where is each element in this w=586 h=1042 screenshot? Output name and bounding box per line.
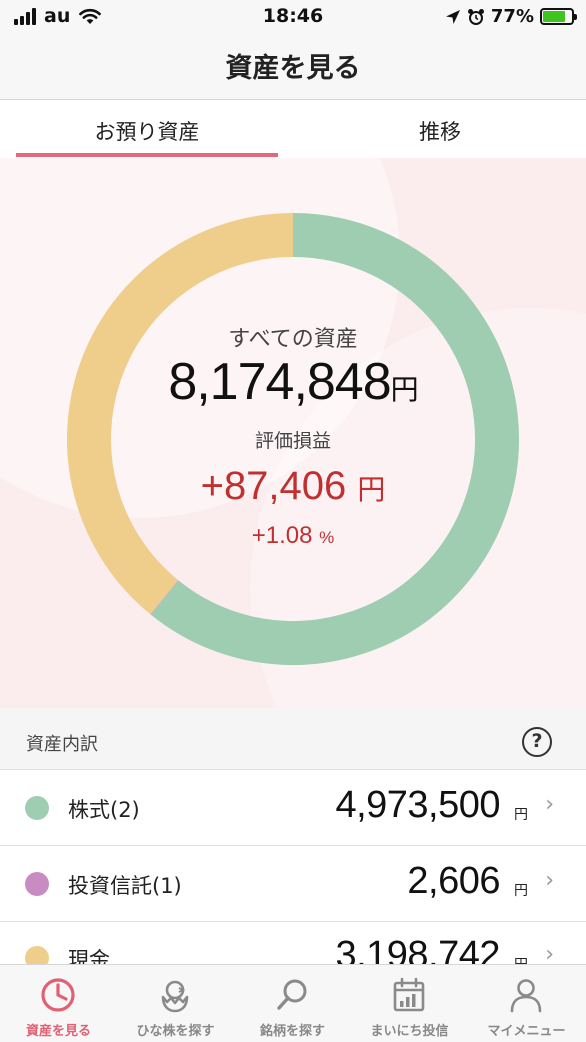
pl-percent-value: +1.08: [251, 522, 313, 549]
unrealized-pl-value: +87,406 円: [0, 464, 586, 509]
total-assets-amount: 8,174,848: [168, 353, 391, 411]
unrealized-pl-label: 評価損益: [254, 430, 331, 452]
battery-level: [543, 11, 565, 22]
unrealized-pl-percent: +1.08 %: [0, 522, 586, 550]
bottom-tab-bar: 資産を見る ひな株を探す 銘柄を探す まいにち投信 マイメニュー: [0, 964, 586, 1042]
asset-row-funds[interactable]: 投資信託(1) 2,606 円 ›: [0, 846, 586, 922]
total-assets-label: すべての資産: [228, 327, 358, 352]
breakdown-title: 資産内訳: [26, 734, 98, 755]
asset-row-stocks[interactable]: 株式(2) 4,973,500 円 ›: [0, 770, 586, 846]
tabbar-item-daily-funds[interactable]: まいにち投信: [351, 965, 468, 1042]
stocks-color-dot: [25, 796, 49, 820]
page-title: 資産を見る: [225, 53, 361, 84]
total-assets-unit: 円: [390, 374, 419, 405]
tabbar-label: 資産を見る: [25, 1024, 91, 1039]
tabbar-label: マイメニュー: [487, 1024, 566, 1039]
alarm-clock-icon: [467, 8, 484, 25]
asset-row-value: 2,606: [407, 860, 500, 902]
tabbar-label: まいにち投信: [370, 1024, 449, 1039]
chevron-right-icon: ›: [545, 792, 554, 817]
tabbar-item-search-stocks[interactable]: 銘柄を探す: [234, 965, 351, 1042]
chick-egg-icon: [161, 980, 189, 1013]
chevron-right-icon: ›: [545, 868, 554, 893]
calendar-icon: [393, 977, 425, 1012]
tabbar-item-my-menu[interactable]: マイメニュー: [468, 965, 585, 1042]
asset-row-name: 投資信託(1): [68, 874, 182, 898]
asset-row-value: 4,973,500: [335, 784, 500, 826]
pie-clock-icon: [41, 978, 75, 1012]
breakdown-header: 資産内訳 ?: [0, 708, 586, 770]
asset-summary: すべての資産 8,174,848円 評価損益 +87,406 円 +1.08 %: [0, 158, 586, 708]
tabbar-item-assets[interactable]: 資産を見る: [0, 965, 117, 1042]
tab-holdings[interactable]: お預り資産: [16, 100, 278, 158]
battery-percent: 77%: [490, 6, 534, 27]
magnifier-icon: [277, 979, 307, 1010]
tabbar-label: ひな株を探す: [136, 1024, 215, 1039]
unrealized-pl-amount: +87,406: [200, 464, 347, 508]
asset-row-name: 株式(2): [68, 798, 140, 822]
asset-row-unit: 円: [514, 883, 528, 899]
active-tab-indicator: [16, 153, 278, 157]
nav-header: 資産を見る: [0, 34, 586, 100]
question-circle-icon[interactable]: ?: [522, 727, 552, 757]
tabbar-label: 銘柄を探す: [259, 1024, 325, 1039]
total-assets-value: 8,174,848円: [0, 352, 586, 412]
tab-trend[interactable]: 推移: [300, 100, 580, 158]
status-bar: au 18:46 77%: [0, 0, 586, 34]
unrealized-pl-unit: 円: [357, 474, 386, 505]
battery-icon: [540, 8, 577, 25]
location-arrow-icon: [445, 9, 460, 24]
segment-tabs: お預り資産 推移: [0, 100, 586, 158]
pl-percent-unit: %: [319, 528, 335, 547]
status-right: 77%: [445, 6, 577, 27]
asset-row-unit: 円: [514, 807, 528, 823]
funds-color-dot: [25, 872, 49, 896]
tabbar-item-hina-stocks[interactable]: ひな株を探す: [117, 965, 234, 1042]
person-icon: [510, 979, 542, 1013]
